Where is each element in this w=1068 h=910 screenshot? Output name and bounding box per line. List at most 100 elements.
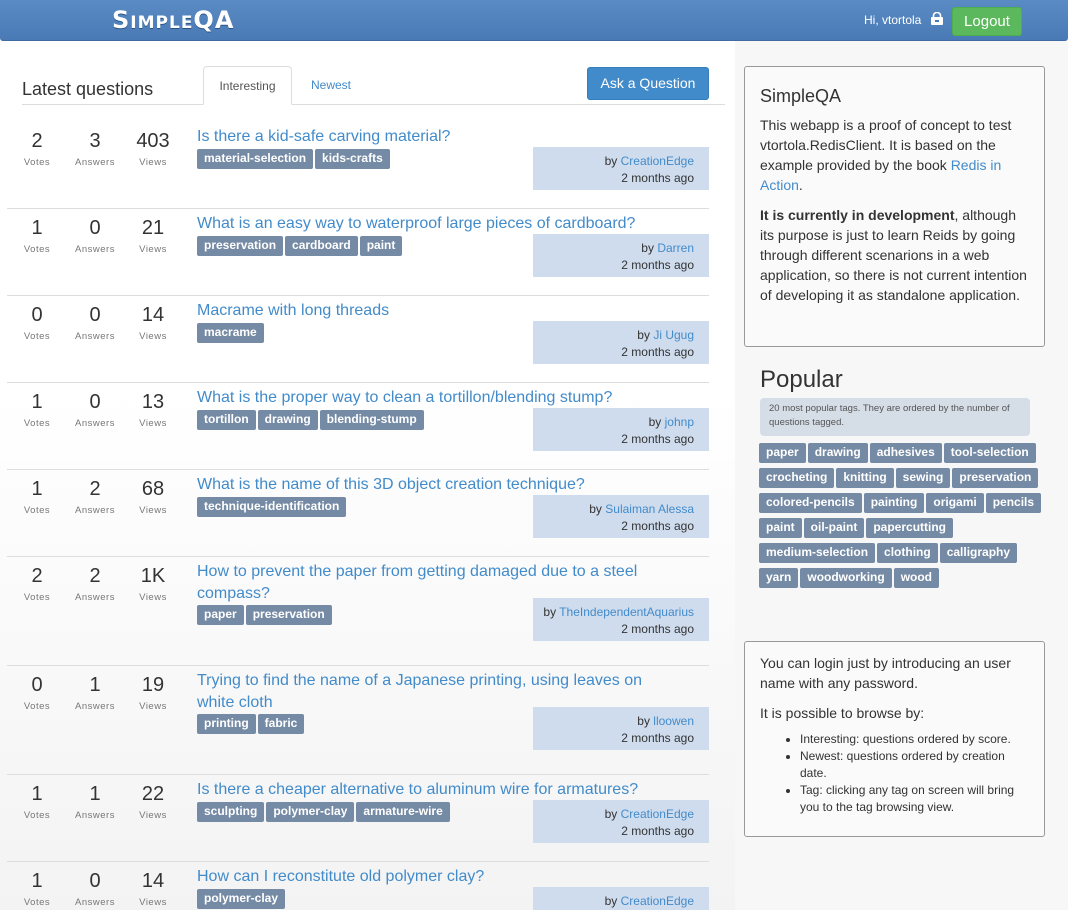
popular-tag-link[interactable]: medium-selection [759, 543, 876, 563]
help-browse-text: It is possible to browse by: [760, 705, 925, 721]
views-count: 14 [141, 870, 165, 892]
tab-interesting[interactable]: Interesting [203, 66, 292, 105]
tag-link[interactable]: kids-crafts [315, 149, 390, 169]
by-label: by [543, 605, 557, 619]
popular-tag-link[interactable]: crocheting [759, 468, 835, 488]
question-owner: by johnp 2 months ago [533, 408, 709, 451]
user-greeting[interactable]: Hi, vtortola [864, 13, 921, 27]
views-stat: 19 Views [123, 672, 183, 712]
tag-link[interactable]: preservation [197, 236, 284, 256]
popular-tag-link[interactable]: clothing [877, 543, 938, 563]
votes-count: 1 [31, 783, 43, 805]
popular-tag-link[interactable]: drawing [807, 443, 868, 463]
author-link[interactable]: CreationEdge [621, 894, 694, 908]
question-time: 2 months ago [621, 519, 694, 533]
votes-count: 1 [31, 391, 43, 413]
popular-tag-link[interactable]: calligraphy [939, 543, 1018, 563]
author-link[interactable]: CreationEdge [621, 154, 694, 168]
popular-tag-link[interactable]: sewing [895, 468, 951, 488]
tag-link[interactable]: printing [197, 714, 256, 734]
tag-link[interactable]: polymer-clay [266, 802, 355, 822]
views-count: 21 [141, 217, 165, 239]
tag-link[interactable]: sculpting [197, 802, 265, 822]
tag-link[interactable]: polymer-clay [197, 889, 286, 909]
views-stat: 21 Views [123, 215, 183, 255]
answers-label: Answers [75, 331, 115, 342]
question-title-link[interactable]: What is the name of this 3D object creat… [197, 474, 677, 496]
logout-button[interactable]: Logout [952, 7, 1022, 36]
author-link[interactable]: Darren [657, 241, 694, 255]
tag-link[interactable]: paper [197, 605, 244, 625]
question-time: 2 months ago [621, 345, 694, 359]
tag-link[interactable]: paint [359, 236, 403, 256]
question-row: 1 Votes 0 Answers 13 Views What is the proper … [7, 383, 709, 470]
popular-tag-link[interactable]: tool-selection [943, 443, 1036, 463]
popular-tag-link[interactable]: papercutting [866, 518, 954, 538]
views-count: 1K [140, 565, 166, 587]
tag-link[interactable]: cardboard [285, 236, 358, 256]
answers-label: Answers [75, 157, 115, 168]
votes-stat: 0 Votes [7, 302, 67, 342]
ask-question-button[interactable]: Ask a Question [587, 67, 709, 100]
popular-tag-link[interactable]: wood [893, 568, 940, 588]
popular-tag-link[interactable]: knitting [836, 468, 894, 488]
by-label: by [604, 154, 618, 168]
tag-link[interactable]: armature-wire [356, 802, 450, 822]
navbar: SimpleQA Hi, vtortola Logout [0, 0, 1068, 41]
popular-tag-link[interactable]: paper [759, 443, 806, 463]
question-title-link[interactable]: Is there a cheaper alternative to alumin… [197, 779, 677, 801]
votes-count: 1 [31, 870, 43, 892]
question-row: 0 Votes 0 Answers 14 Views Macrame with long t… [7, 296, 709, 383]
question-title-link[interactable]: How can I reconstitute old polymer clay? [197, 866, 677, 888]
question-title-link[interactable]: What is the proper way to clean a tortil… [197, 387, 677, 409]
question-time: 2 months ago [621, 622, 694, 636]
tag-link[interactable]: macrame [197, 323, 264, 343]
inbox-icon[interactable] [930, 12, 944, 26]
answers-stat: 2 Answers [65, 563, 125, 603]
popular-tag-link[interactable]: painting [863, 493, 925, 513]
votes-stat: 2 Votes [7, 128, 67, 168]
popular-tag-link[interactable]: yarn [759, 568, 799, 588]
popular-tag-link[interactable]: oil-paint [803, 518, 865, 538]
about-description: This webapp is a proof of concept to tes… [760, 117, 1012, 193]
tag-link[interactable]: fabric [257, 714, 305, 734]
popular-tag-link[interactable]: colored-pencils [759, 493, 862, 513]
tab-newest[interactable]: Newest [298, 66, 364, 104]
popular-tag-link[interactable]: pencils [985, 493, 1042, 513]
answers-label: Answers [75, 810, 115, 821]
author-link[interactable]: lloowen [653, 714, 694, 728]
question-owner: by Sulaiman Alessa 2 months ago [533, 495, 709, 538]
tag-link[interactable]: drawing [257, 410, 318, 430]
tag-link[interactable]: blending-stump [319, 410, 424, 430]
brand-logo[interactable]: SimpleQA [112, 6, 234, 34]
answers-stat: 3 Answers [65, 128, 125, 168]
popular-tag-link[interactable]: adhesives [869, 443, 942, 463]
tag-link[interactable]: tortillon [197, 410, 256, 430]
question-title-link[interactable]: What is an easy way to waterproof large … [197, 213, 677, 235]
views-label: Views [139, 897, 167, 908]
popular-tag-link[interactable]: preservation [952, 468, 1039, 488]
question-time: 2 months ago [621, 258, 694, 272]
views-count: 22 [141, 783, 165, 805]
author-link[interactable]: Ji Ugug [653, 328, 694, 342]
question-title-link[interactable]: Is there a kid-safe carving material? [197, 126, 677, 148]
tag-link[interactable]: preservation [245, 605, 332, 625]
views-count: 403 [136, 130, 170, 152]
views-stat: 1K Views [123, 563, 183, 603]
views-count: 68 [141, 478, 165, 500]
views-stat: 14 Views [123, 868, 183, 908]
author-link[interactable]: TheIndependentAquarius [559, 605, 694, 619]
tag-link[interactable]: technique-identification [197, 497, 347, 517]
popular-tag-link[interactable]: origami [926, 493, 984, 513]
views-label: Views [139, 244, 167, 255]
question-row: 2 Votes 3 Answers 403 Views Is there a kid-saf… [7, 122, 709, 209]
votes-count: 0 [31, 674, 43, 696]
popular-tag-link[interactable]: paint [759, 518, 802, 538]
tag-link[interactable]: material-selection [197, 149, 314, 169]
answers-count: 0 [89, 391, 101, 413]
popular-tag-link[interactable]: woodworking [800, 568, 892, 588]
author-link[interactable]: Sulaiman Alessa [605, 502, 694, 516]
author-link[interactable]: johnp [665, 415, 694, 429]
author-link[interactable]: CreationEdge [621, 807, 694, 821]
question-title-link[interactable]: Macrame with long threads [197, 300, 677, 322]
